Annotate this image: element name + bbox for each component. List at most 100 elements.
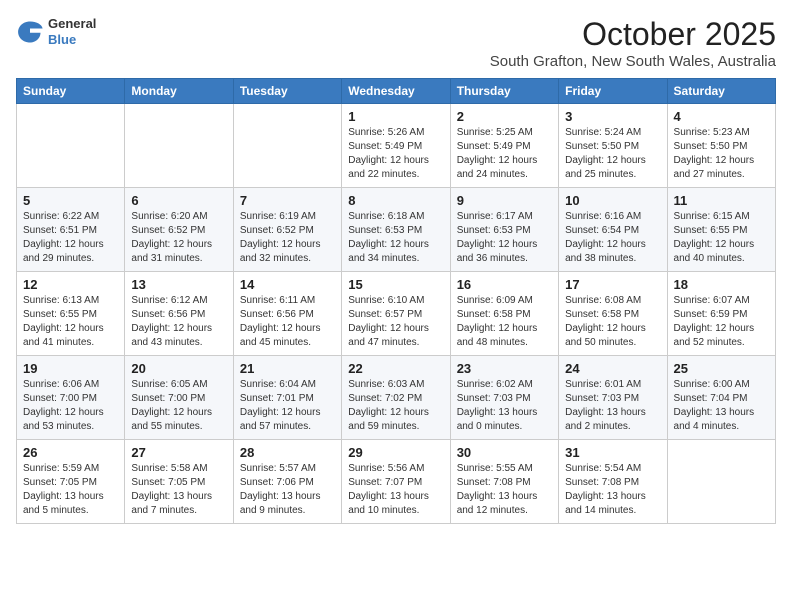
calendar-cell: 25 Sunrise: 6:00 AM Sunset: 7:04 PM Dayli… (667, 356, 775, 440)
day-info: Sunrise: 6:12 AM Sunset: 6:56 PM Dayligh… (131, 294, 226, 350)
day-number: 26 (23, 445, 118, 460)
day-info: Sunrise: 5:57 AM Sunset: 7:06 PM Dayligh… (240, 462, 335, 518)
day-number: 2 (457, 109, 552, 124)
day-info: Sunrise: 6:00 AM Sunset: 7:04 PM Dayligh… (674, 378, 769, 434)
calendar-cell: 30 Sunrise: 5:55 AM Sunset: 7:08 PM Dayli… (450, 440, 558, 524)
header-monday: Monday (125, 79, 233, 104)
calendar-cell: 27 Sunrise: 5:58 AM Sunset: 7:05 PM Dayli… (125, 440, 233, 524)
day-number: 9 (457, 193, 552, 208)
day-number: 4 (674, 109, 769, 124)
day-number: 11 (674, 193, 769, 208)
day-number: 31 (565, 445, 660, 460)
day-info: Sunrise: 6:02 AM Sunset: 7:03 PM Dayligh… (457, 378, 552, 434)
calendar-week-1: 1Sunrise: 5:26 AM Sunset: 5:49 PM Daylig… (17, 104, 776, 188)
day-info: Sunrise: 5:54 AM Sunset: 7:08 PM Dayligh… (565, 462, 660, 518)
day-number: 7 (240, 193, 335, 208)
day-number: 12 (23, 277, 118, 292)
day-info: Sunrise: 5:26 AM Sunset: 5:49 PM Dayligh… (348, 126, 443, 182)
title-area: October 2025 South Grafton, New South Wa… (490, 16, 776, 70)
location-title: South Grafton, New South Wales, Australi… (490, 53, 776, 70)
calendar-cell: 9 Sunrise: 6:17 AM Sunset: 6:53 PM Daylig… (450, 188, 558, 272)
day-info: Sunrise: 6:20 AM Sunset: 6:52 PM Dayligh… (131, 210, 226, 266)
day-number: 10 (565, 193, 660, 208)
day-info: Sunrise: 6:15 AM Sunset: 6:55 PM Dayligh… (674, 210, 769, 266)
weekday-header-row: Sunday Monday Tuesday Wednesday Thursday… (17, 79, 776, 104)
calendar-body: 1Sunrise: 5:26 AM Sunset: 5:49 PM Daylig… (17, 104, 776, 524)
header-thursday: Thursday (450, 79, 558, 104)
calendar-cell: 19Sunrise: 6:06 AM Sunset: 7:00 PM Dayli… (17, 356, 125, 440)
calendar-cell: 24Sunrise: 6:01 AM Sunset: 7:03 PM Dayli… (559, 356, 667, 440)
calendar-cell: 17 Sunrise: 6:08 AM Sunset: 6:58 PM Dayli… (559, 272, 667, 356)
day-number: 3 (565, 109, 660, 124)
day-info: Sunrise: 5:23 AM Sunset: 5:50 PM Dayligh… (674, 126, 769, 182)
calendar-week-4: 19Sunrise: 6:06 AM Sunset: 7:00 PM Dayli… (17, 356, 776, 440)
day-number: 28 (240, 445, 335, 460)
day-number: 19 (23, 361, 118, 376)
calendar-cell: 11 Sunrise: 6:15 AM Sunset: 6:55 PM Dayli… (667, 188, 775, 272)
calendar: Sunday Monday Tuesday Wednesday Thursday… (16, 78, 776, 524)
header: General Blue October 2025 South Grafton,… (16, 16, 776, 70)
day-info: Sunrise: 5:25 AM Sunset: 5:49 PM Dayligh… (457, 126, 552, 182)
day-info: Sunrise: 5:56 AM Sunset: 7:07 PM Dayligh… (348, 462, 443, 518)
header-friday: Friday (559, 79, 667, 104)
calendar-cell: 29Sunrise: 5:56 AM Sunset: 7:07 PM Dayli… (342, 440, 450, 524)
day-info: Sunrise: 5:58 AM Sunset: 7:05 PM Dayligh… (131, 462, 226, 518)
calendar-cell: 10 Sunrise: 6:16 AM Sunset: 6:54 PM Dayli… (559, 188, 667, 272)
day-info: Sunrise: 6:11 AM Sunset: 6:56 PM Dayligh… (240, 294, 335, 350)
calendar-cell: 3Sunrise: 5:24 AM Sunset: 5:50 PM Daylig… (559, 104, 667, 188)
calendar-cell: 23 Sunrise: 6:02 AM Sunset: 7:03 PM Dayli… (450, 356, 558, 440)
day-number: 6 (131, 193, 226, 208)
calendar-cell: 26 Sunrise: 5:59 AM Sunset: 7:05 PM Dayli… (17, 440, 125, 524)
day-number: 21 (240, 361, 335, 376)
day-info: Sunrise: 6:10 AM Sunset: 6:57 PM Dayligh… (348, 294, 443, 350)
day-number: 27 (131, 445, 226, 460)
day-info: Sunrise: 6:17 AM Sunset: 6:53 PM Dayligh… (457, 210, 552, 266)
calendar-cell: 13 Sunrise: 6:12 AM Sunset: 6:56 PM Dayli… (125, 272, 233, 356)
calendar-cell: 6 Sunrise: 6:20 AM Sunset: 6:52 PM Daylig… (125, 188, 233, 272)
calendar-cell: 15 Sunrise: 6:10 AM Sunset: 6:57 PM Dayli… (342, 272, 450, 356)
day-number: 15 (348, 277, 443, 292)
day-info: Sunrise: 6:22 AM Sunset: 6:51 PM Dayligh… (23, 210, 118, 266)
day-number: 8 (348, 193, 443, 208)
calendar-week-2: 5Sunrise: 6:22 AM Sunset: 6:51 PM Daylig… (17, 188, 776, 272)
header-saturday: Saturday (667, 79, 775, 104)
calendar-cell: 14 Sunrise: 6:11 AM Sunset: 6:56 PM Dayli… (233, 272, 341, 356)
calendar-cell: 5Sunrise: 6:22 AM Sunset: 6:51 PM Daylig… (17, 188, 125, 272)
day-info: Sunrise: 6:18 AM Sunset: 6:53 PM Dayligh… (348, 210, 443, 266)
day-number: 13 (131, 277, 226, 292)
day-info: Sunrise: 5:55 AM Sunset: 7:08 PM Dayligh… (457, 462, 552, 518)
day-info: Sunrise: 5:59 AM Sunset: 7:05 PM Dayligh… (23, 462, 118, 518)
logo: General Blue (16, 16, 96, 47)
day-number: 17 (565, 277, 660, 292)
logo-text: General Blue (48, 16, 96, 47)
logo-icon (16, 18, 44, 46)
day-number: 14 (240, 277, 335, 292)
day-info: Sunrise: 6:16 AM Sunset: 6:54 PM Dayligh… (565, 210, 660, 266)
day-info: Sunrise: 6:01 AM Sunset: 7:03 PM Dayligh… (565, 378, 660, 434)
day-info: Sunrise: 6:19 AM Sunset: 6:52 PM Dayligh… (240, 210, 335, 266)
day-info: Sunrise: 6:07 AM Sunset: 6:59 PM Dayligh… (674, 294, 769, 350)
calendar-cell (17, 104, 125, 188)
calendar-cell: 31 Sunrise: 5:54 AM Sunset: 7:08 PM Dayli… (559, 440, 667, 524)
calendar-cell (125, 104, 233, 188)
calendar-header: Sunday Monday Tuesday Wednesday Thursday… (17, 79, 776, 104)
calendar-cell (667, 440, 775, 524)
calendar-cell: 22 Sunrise: 6:03 AM Sunset: 7:02 PM Dayli… (342, 356, 450, 440)
day-number: 25 (674, 361, 769, 376)
calendar-cell: 20Sunrise: 6:05 AM Sunset: 7:00 PM Dayli… (125, 356, 233, 440)
calendar-cell: 1Sunrise: 5:26 AM Sunset: 5:49 PM Daylig… (342, 104, 450, 188)
header-wednesday: Wednesday (342, 79, 450, 104)
calendar-cell: 28 Sunrise: 5:57 AM Sunset: 7:06 PM Dayli… (233, 440, 341, 524)
day-number: 22 (348, 361, 443, 376)
day-number: 30 (457, 445, 552, 460)
day-number: 23 (457, 361, 552, 376)
calendar-week-5: 26 Sunrise: 5:59 AM Sunset: 7:05 PM Dayli… (17, 440, 776, 524)
day-number: 18 (674, 277, 769, 292)
calendar-cell (233, 104, 341, 188)
calendar-cell: 4 Sunrise: 5:23 AM Sunset: 5:50 PM Daylig… (667, 104, 775, 188)
calendar-cell: 18 Sunrise: 6:07 AM Sunset: 6:59 PM Dayli… (667, 272, 775, 356)
month-title: October 2025 (490, 16, 776, 53)
day-info: Sunrise: 6:03 AM Sunset: 7:02 PM Dayligh… (348, 378, 443, 434)
day-number: 20 (131, 361, 226, 376)
day-info: Sunrise: 6:08 AM Sunset: 6:58 PM Dayligh… (565, 294, 660, 350)
